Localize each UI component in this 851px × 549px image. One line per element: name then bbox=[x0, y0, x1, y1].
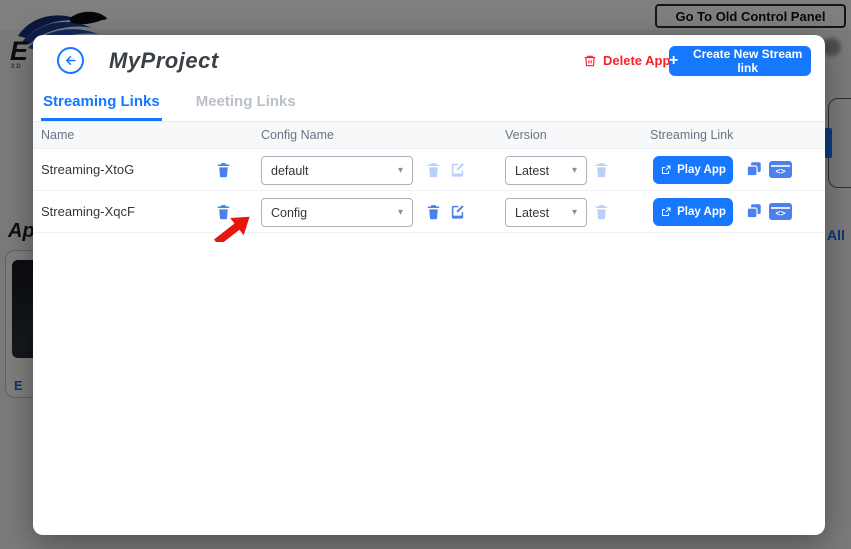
edit-config-icon[interactable] bbox=[449, 161, 466, 178]
delete-stream-icon[interactable] bbox=[215, 203, 232, 220]
chevron-down-icon: ▾ bbox=[398, 165, 403, 176]
column-header-name: Name bbox=[41, 128, 74, 142]
page-title: MyProject bbox=[109, 48, 219, 74]
play-app-label: Play App bbox=[677, 164, 726, 176]
column-header-config-name: Config Name bbox=[261, 128, 334, 142]
stream-name: Streaming-XtoG bbox=[41, 162, 134, 177]
copy-link-icon[interactable] bbox=[745, 202, 763, 220]
external-link-icon bbox=[660, 164, 672, 176]
external-link-icon bbox=[660, 206, 672, 218]
window-bar bbox=[771, 165, 790, 167]
column-header-streaming-link: Streaming Link bbox=[650, 128, 733, 142]
version-value: Latest bbox=[515, 206, 549, 220]
chevron-down-icon: ▾ bbox=[572, 165, 577, 176]
delete-config-icon[interactable] bbox=[425, 203, 442, 220]
delete-app-button[interactable]: Delete App bbox=[583, 53, 670, 68]
table-row: Streaming-XtoG default ▾ Latest ▾ bbox=[33, 149, 825, 191]
code-glyph: <> bbox=[775, 208, 785, 220]
modal-header: MyProject Delete App + Create New Stream… bbox=[33, 35, 825, 89]
tab-meeting-links[interactable]: Meeting Links bbox=[194, 89, 298, 121]
tab-bar: Streaming Links Meeting Links bbox=[33, 89, 825, 122]
embed-code-icon[interactable]: <> bbox=[769, 203, 792, 220]
delete-version-icon[interactable] bbox=[593, 203, 610, 220]
column-header-version: Version bbox=[505, 128, 547, 142]
table-row: Streaming-XqcF Config ▾ Latest ▾ bbox=[33, 191, 825, 233]
edit-config-icon[interactable] bbox=[449, 203, 466, 220]
back-button[interactable] bbox=[57, 47, 84, 74]
delete-version-icon[interactable] bbox=[593, 161, 610, 178]
page: E 3D Go To Old Control Panel Ap All E My… bbox=[0, 0, 851, 549]
copy-link-icon[interactable] bbox=[745, 160, 763, 178]
table-header-row: Name Config Name Version Streaming Link bbox=[33, 122, 825, 149]
play-app-button[interactable]: Play App bbox=[653, 156, 733, 184]
config-name-select[interactable]: default ▾ bbox=[261, 156, 413, 185]
chevron-down-icon: ▾ bbox=[572, 207, 577, 218]
delete-stream-icon[interactable] bbox=[215, 161, 232, 178]
tab-streaming-links[interactable]: Streaming Links bbox=[41, 89, 162, 121]
create-button-label: Create New Stream link bbox=[684, 47, 811, 75]
code-glyph: <> bbox=[775, 166, 785, 178]
play-app-label: Play App bbox=[677, 206, 726, 218]
plus-icon: + bbox=[669, 53, 678, 69]
embed-code-icon[interactable]: <> bbox=[769, 161, 792, 178]
chevron-down-icon: ▾ bbox=[398, 207, 403, 218]
config-name-value: Config bbox=[271, 206, 307, 220]
version-value: Latest bbox=[515, 164, 549, 178]
play-app-button[interactable]: Play App bbox=[653, 198, 733, 226]
version-select[interactable]: Latest ▾ bbox=[505, 156, 587, 185]
config-name-value: default bbox=[271, 164, 309, 178]
delete-app-label: Delete App bbox=[603, 53, 670, 68]
version-select[interactable]: Latest ▾ bbox=[505, 198, 587, 227]
stream-name: Streaming-XqcF bbox=[41, 204, 135, 219]
project-modal: MyProject Delete App + Create New Stream… bbox=[33, 35, 825, 535]
trash-outline-icon bbox=[583, 54, 597, 68]
create-new-stream-link-button[interactable]: + Create New Stream link bbox=[669, 46, 811, 76]
arrow-left-icon bbox=[63, 53, 78, 68]
config-name-select[interactable]: Config ▾ bbox=[261, 198, 413, 227]
delete-config-icon[interactable] bbox=[425, 161, 442, 178]
window-bar bbox=[771, 207, 790, 209]
